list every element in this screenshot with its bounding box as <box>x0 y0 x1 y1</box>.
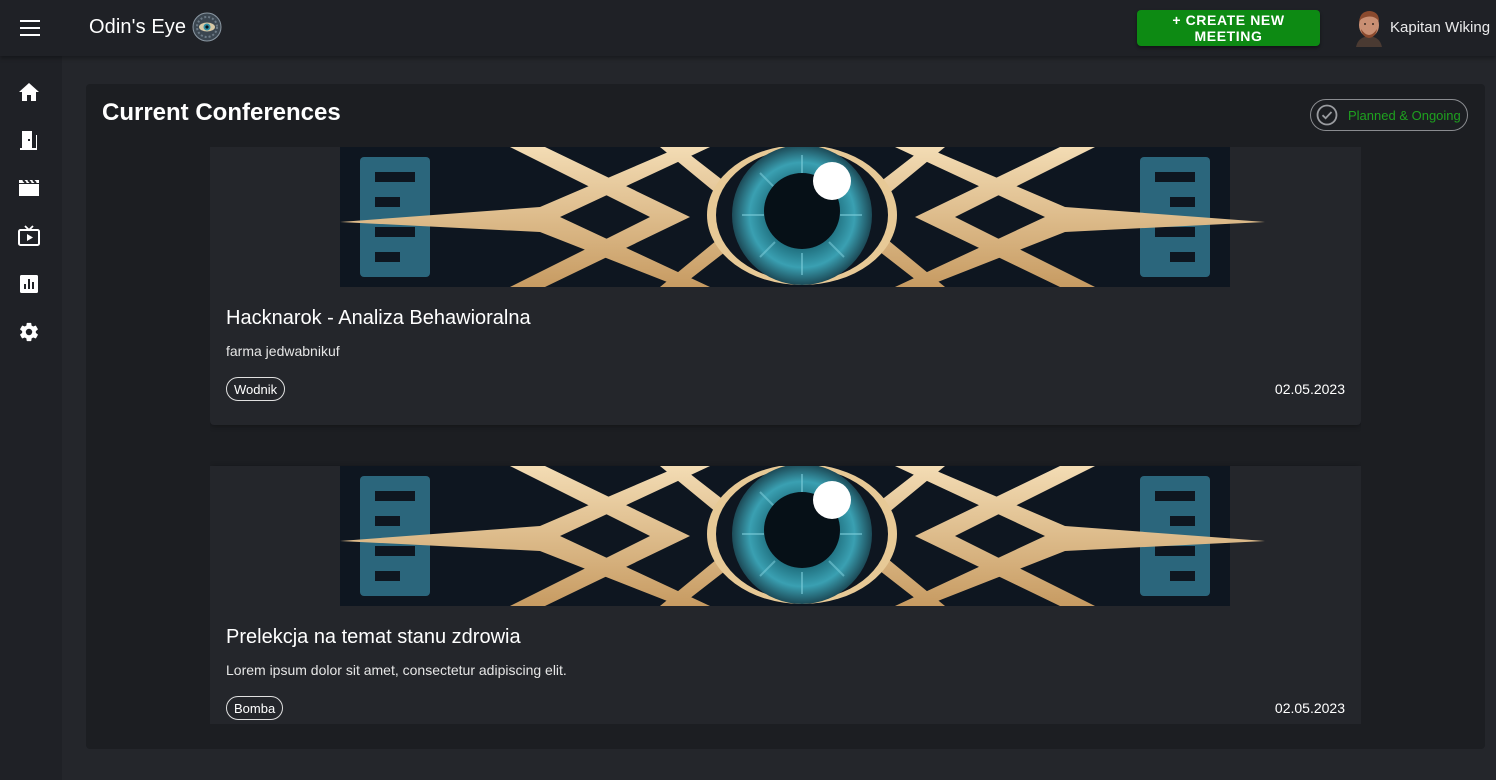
conference-tag[interactable]: Wodnik <box>226 377 286 401</box>
home-icon <box>19 83 39 101</box>
app-bar: Odin's Eye + CREATE NEW MEETING Kapitan … <box>0 0 1496 56</box>
conference-date: 02.05.2023 <box>1274 700 1345 716</box>
page-title: Current Conferences <box>102 99 341 126</box>
app-brand[interactable]: Odin's Eye <box>89 10 222 44</box>
planned-ongoing-filter-chip[interactable]: Planned & Ongoing <box>1310 99 1468 131</box>
sidebar-item-recordings[interactable] <box>15 174 43 202</box>
conference-title: Hacknarok - Analiza Behawioralna <box>226 307 531 329</box>
sidebar-item-home[interactable] <box>15 78 43 106</box>
conference-tag[interactable]: Bomba <box>226 696 284 720</box>
hamburger-menu-icon <box>20 20 40 36</box>
odins-eye-banner <box>210 466 1361 606</box>
conference-description: farma jedwabnikuf <box>226 343 340 359</box>
door-icon <box>20 131 37 150</box>
odins-eye-logo-icon <box>192 12 222 42</box>
sidebar-item-live[interactable] <box>15 222 43 250</box>
create-new-meeting-button[interactable]: + CREATE NEW MEETING <box>1137 10 1320 46</box>
check-circle-icon <box>1316 104 1338 126</box>
user-name: Kapitan Wiking <box>1390 18 1491 36</box>
menu-button[interactable] <box>16 14 44 42</box>
sidebar-item-rooms[interactable] <box>15 126 43 154</box>
filter-chip-label: Planned & Ongoing <box>1348 107 1461 123</box>
sidebar-item-settings[interactable] <box>15 318 43 346</box>
conference-card[interactable]: Hacknarok - Analiza Behawioralna farma j… <box>210 147 1361 425</box>
analytics-icon <box>20 275 38 293</box>
user-avatar <box>1352 7 1386 47</box>
app-title: Odin's Eye <box>89 15 187 38</box>
live-tv-icon <box>18 225 40 246</box>
sidebar-item-analytics[interactable] <box>15 270 43 298</box>
conference-card[interactable]: Prelekcja na temat stanu zdrowia Lorem i… <box>210 466 1361 724</box>
odins-eye-banner <box>210 147 1361 287</box>
conference-list: Hacknarok - Analiza Behawioralna farma j… <box>210 147 1361 724</box>
conferences-panel: Current Conferences Planned & Ongoing Ha… <box>86 84 1485 749</box>
conference-banner-image <box>210 147 1361 287</box>
gear-icon <box>20 322 38 342</box>
sidebar <box>0 56 62 780</box>
conference-banner-image <box>210 466 1361 606</box>
user-menu[interactable]: Kapitan Wiking <box>1352 6 1490 48</box>
clapperboard-icon <box>19 179 39 196</box>
conference-date: 02.05.2023 <box>1274 381 1345 397</box>
conference-title: Prelekcja na temat stanu zdrowia <box>226 626 521 648</box>
conference-description: Lorem ipsum dolor sit amet, consectetur … <box>226 662 567 678</box>
